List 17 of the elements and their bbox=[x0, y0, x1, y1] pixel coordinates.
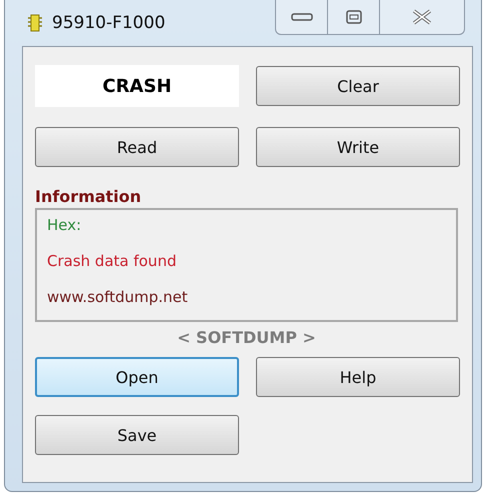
brand-label: < SOFTDUMP > bbox=[177, 328, 316, 347]
info-line: www.softdump.net bbox=[47, 287, 188, 308]
section-heading: Information bbox=[35, 187, 142, 206]
status-display: CRASH bbox=[35, 65, 239, 107]
action-button[interactable]: Clear bbox=[256, 66, 460, 106]
action-button[interactable]: Read bbox=[35, 127, 239, 167]
window-title: 95910-F1000 bbox=[52, 13, 166, 33]
minimize-icon bbox=[290, 12, 312, 22]
action-button[interactable]: Save bbox=[35, 415, 239, 455]
chip-icon bbox=[28, 14, 42, 32]
maximize-icon bbox=[346, 10, 362, 24]
action-button[interactable]: Write bbox=[256, 127, 460, 167]
action-button[interactable]: Help bbox=[256, 357, 460, 397]
info-line: Crash data found bbox=[47, 251, 176, 272]
close-icon bbox=[411, 9, 433, 25]
action-button[interactable]: Open bbox=[35, 357, 239, 397]
info-line: Hex: bbox=[47, 215, 82, 236]
